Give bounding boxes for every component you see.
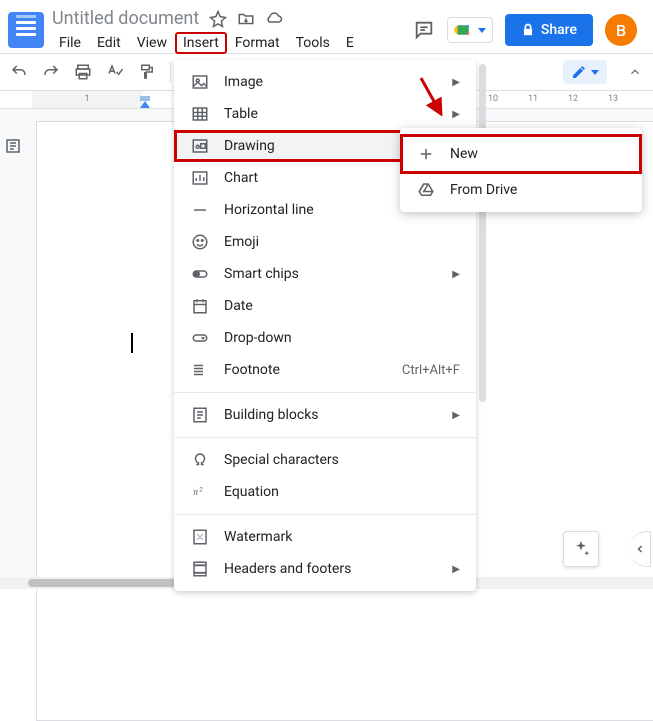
drawing-new[interactable]: New: [400, 134, 642, 174]
chip-icon: [190, 264, 210, 284]
docs-logo-icon[interactable]: [8, 12, 44, 48]
menu-item-label: Date: [224, 298, 253, 314]
menu-item-label: Smart chips: [224, 266, 299, 282]
menu-view[interactable]: View: [130, 33, 174, 53]
insert-date[interactable]: Date: [174, 290, 476, 322]
drawing-submenu: New From Drive: [400, 128, 642, 212]
ruler-tick: 11: [528, 94, 538, 104]
caret-down-icon: [591, 70, 599, 75]
paint-format-button[interactable]: [136, 61, 158, 83]
menu-item-label: Chart: [224, 170, 258, 186]
table-icon: [190, 104, 210, 124]
omega-icon: [190, 450, 210, 470]
date-icon: [190, 296, 210, 316]
menu-item-label: Headers and footers: [224, 561, 351, 577]
insert-table[interactable]: Table ▶: [174, 98, 476, 130]
chart-icon: [190, 168, 210, 188]
ruler-tick: 13: [608, 94, 618, 104]
drawing-icon: [190, 136, 210, 156]
emoji-icon: [190, 232, 210, 252]
image-icon: [190, 72, 210, 92]
menu-item-label: From Drive: [450, 182, 517, 198]
insert-drop-down[interactable]: Drop-down: [174, 322, 476, 354]
insert-emoji[interactable]: Emoji: [174, 226, 476, 258]
insert-building-blocks[interactable]: Building blocks ▶: [174, 399, 476, 431]
menu-edit[interactable]: Edit: [90, 33, 128, 53]
indent-marker[interactable]: [140, 101, 150, 108]
submenu-arrow-icon: ▶: [452, 410, 460, 421]
plus-icon: [416, 144, 436, 164]
title-and-menus: Untitled document File Edit View Insert …: [52, 8, 361, 53]
submenu-arrow-icon: ▶: [452, 269, 460, 280]
blocks-icon: [190, 405, 210, 425]
svg-text:π: π: [193, 488, 198, 498]
menu-file[interactable]: File: [52, 33, 88, 53]
menu-item-label: Building blocks: [224, 407, 319, 423]
app-header: Untitled document File Edit View Insert …: [0, 0, 653, 53]
editing-mode-button[interactable]: [563, 60, 607, 84]
menu-item-label: Special characters: [224, 452, 339, 468]
meet-button[interactable]: [447, 17, 493, 43]
menu-format[interactable]: Format: [228, 33, 287, 53]
menu-item-label: Drop-down: [224, 330, 292, 346]
menu-insert[interactable]: Insert: [176, 33, 226, 53]
menu-bar: File Edit View Insert Format Tools E: [52, 29, 361, 53]
ruler-tick: 10: [488, 94, 498, 104]
text-cursor: [131, 333, 133, 353]
submenu-arrow-icon: ▶: [452, 77, 460, 88]
pencil-icon: [571, 64, 587, 80]
insert-headers-and-footers[interactable]: Headers and footers ▶: [174, 553, 476, 585]
headers-icon: [190, 559, 210, 579]
svg-text:2: 2: [199, 486, 203, 493]
meet-icon: [454, 22, 474, 38]
equation-icon: π2: [190, 482, 210, 502]
outline-toggle-icon[interactable]: [4, 137, 22, 155]
star-icon[interactable]: [209, 10, 227, 28]
undo-button[interactable]: [8, 61, 30, 83]
shortcut-label: Ctrl+Alt+F: [402, 363, 460, 378]
insert-image[interactable]: Image ▶: [174, 66, 476, 98]
drawing-from-drive[interactable]: From Drive: [400, 174, 642, 206]
document-title[interactable]: Untitled document: [52, 8, 199, 29]
hr-icon: [190, 200, 210, 220]
user-avatar[interactable]: B: [605, 14, 637, 46]
submenu-arrow-icon: ▶: [452, 564, 460, 575]
menu-item-label: Image: [224, 74, 263, 90]
menu-item-label: Drawing: [224, 138, 275, 154]
footnote-icon: [190, 360, 210, 380]
ruler-tick: 12: [568, 94, 578, 104]
menu-extensions[interactable]: E: [339, 33, 361, 53]
insert-special-characters[interactable]: Special characters: [174, 444, 476, 476]
ruler-tick: 1: [84, 94, 89, 104]
share-label: Share: [541, 22, 577, 38]
collapse-toolbar-button[interactable]: [625, 65, 645, 79]
menu-item-label: Footnote: [224, 362, 280, 378]
dropdown-scrollbar[interactable]: [479, 64, 486, 402]
submenu-arrow-icon: ▶: [452, 109, 460, 120]
insert-watermark[interactable]: Watermark: [174, 521, 476, 553]
move-icon[interactable]: [237, 10, 255, 28]
lock-icon: [521, 23, 535, 37]
caret-down-icon: [478, 28, 486, 33]
print-button[interactable]: [72, 61, 94, 83]
drive-icon: [416, 180, 436, 200]
share-button[interactable]: Share: [505, 14, 593, 46]
menu-item-label: New: [450, 146, 478, 162]
comment-history-icon[interactable]: [413, 19, 435, 41]
insert-footnote[interactable]: Footnote Ctrl+Alt+F: [174, 354, 476, 386]
menu-item-label: Horizontal line: [224, 202, 314, 218]
insert-equation[interactable]: π2 Equation: [174, 476, 476, 508]
menu-item-label: Table: [224, 106, 258, 122]
menu-tools[interactable]: Tools: [289, 33, 337, 53]
dropdown-icon: [190, 328, 210, 348]
menu-item-label: Equation: [224, 484, 279, 500]
spellcheck-button[interactable]: [104, 61, 126, 83]
explore-button[interactable]: [563, 531, 599, 567]
menu-item-label: Watermark: [224, 529, 292, 545]
menu-item-label: Emoji: [224, 234, 259, 250]
insert-smart-chips[interactable]: Smart chips ▶: [174, 258, 476, 290]
cloud-status-icon[interactable]: [265, 10, 283, 28]
watermark-icon: [190, 527, 210, 547]
redo-button[interactable]: [40, 61, 62, 83]
